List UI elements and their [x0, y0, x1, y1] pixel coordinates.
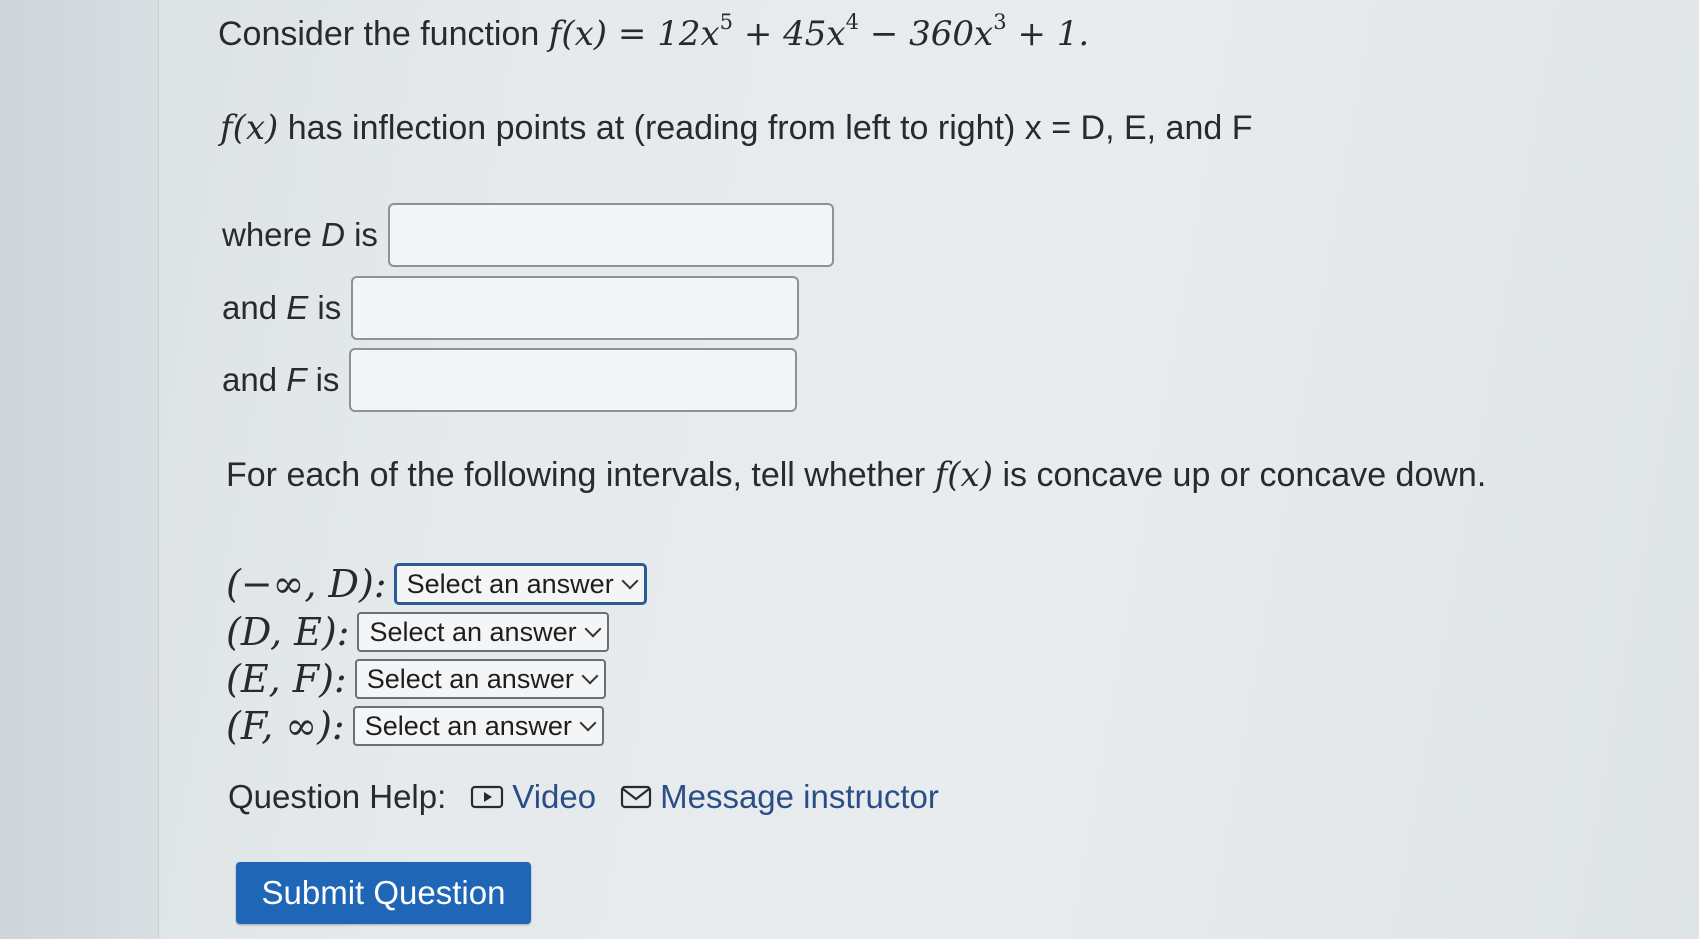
- intro-text: Consider the function: [218, 15, 540, 53]
- answer-label-e: and E is: [222, 289, 342, 326]
- interval-row-d-e: (D, E): Select an answer: [226, 610, 609, 654]
- concavity-instruction: For each of the following intervals, tel…: [226, 455, 1487, 495]
- interval-label: (D, E):: [226, 610, 350, 654]
- function-formula: f(x) = 12x5 + 45x4 − 360x3 + 1.: [548, 9, 1090, 54]
- interval-label: (−∞, D):: [226, 562, 387, 606]
- interval-label: (E, F):: [226, 657, 347, 701]
- left-margin-panel: [0, 0, 159, 939]
- answer-input-d[interactable]: [387, 203, 834, 267]
- chevron-down-icon: [621, 572, 639, 590]
- answer-row-d: where D is: [222, 203, 834, 267]
- answer-label-d: where D is: [222, 216, 378, 253]
- concavity-select-e-f[interactable]: Select an answer: [354, 659, 606, 699]
- envelope-icon: [621, 785, 652, 809]
- chevron-down-icon: [579, 714, 597, 732]
- video-link[interactable]: Video: [470, 778, 596, 816]
- answer-label-f: and F is: [222, 361, 340, 398]
- answer-row-f: and F is: [222, 348, 798, 412]
- interval-row-f-inf: (F, ∞): Select an answer: [226, 704, 604, 748]
- message-instructor-link[interactable]: Message instructor: [620, 778, 939, 816]
- answer-input-f[interactable]: [349, 348, 798, 412]
- chevron-down-icon: [581, 667, 599, 685]
- play-icon: [471, 785, 504, 809]
- question-content: Consider the function f(x) = 12x5 + 45x4…: [218, 0, 1658, 939]
- chevron-down-icon: [584, 620, 602, 638]
- question-help-label: Question Help:: [228, 778, 447, 815]
- interval-row-neginf-d: (−∞, D): Select an answer: [226, 562, 646, 606]
- answer-input-e[interactable]: [351, 276, 800, 340]
- question-help: Question Help: Video Message instructor: [228, 778, 939, 816]
- inflection-fx: f(x): [220, 108, 279, 148]
- answer-row-e: and E is: [222, 276, 800, 340]
- interval-label: (F, ∞):: [226, 704, 345, 748]
- interval-row-e-f: (E, F): Select an answer: [226, 657, 606, 701]
- function-statement: Consider the function f(x) = 12x5 + 45x4…: [218, 9, 1090, 54]
- inflection-statement: f(x) has inflection points at (reading f…: [220, 108, 1252, 148]
- concavity-fx: f(x): [934, 455, 993, 495]
- inflection-text: has inflection points at (reading from l…: [287, 109, 1253, 147]
- submit-question-button[interactable]: Submit Question: [236, 862, 531, 924]
- concavity-select-f-inf[interactable]: Select an answer: [352, 706, 604, 746]
- concavity-select-d-e[interactable]: Select an answer: [357, 612, 609, 652]
- concavity-select-neginf-d[interactable]: Select an answer: [394, 564, 646, 604]
